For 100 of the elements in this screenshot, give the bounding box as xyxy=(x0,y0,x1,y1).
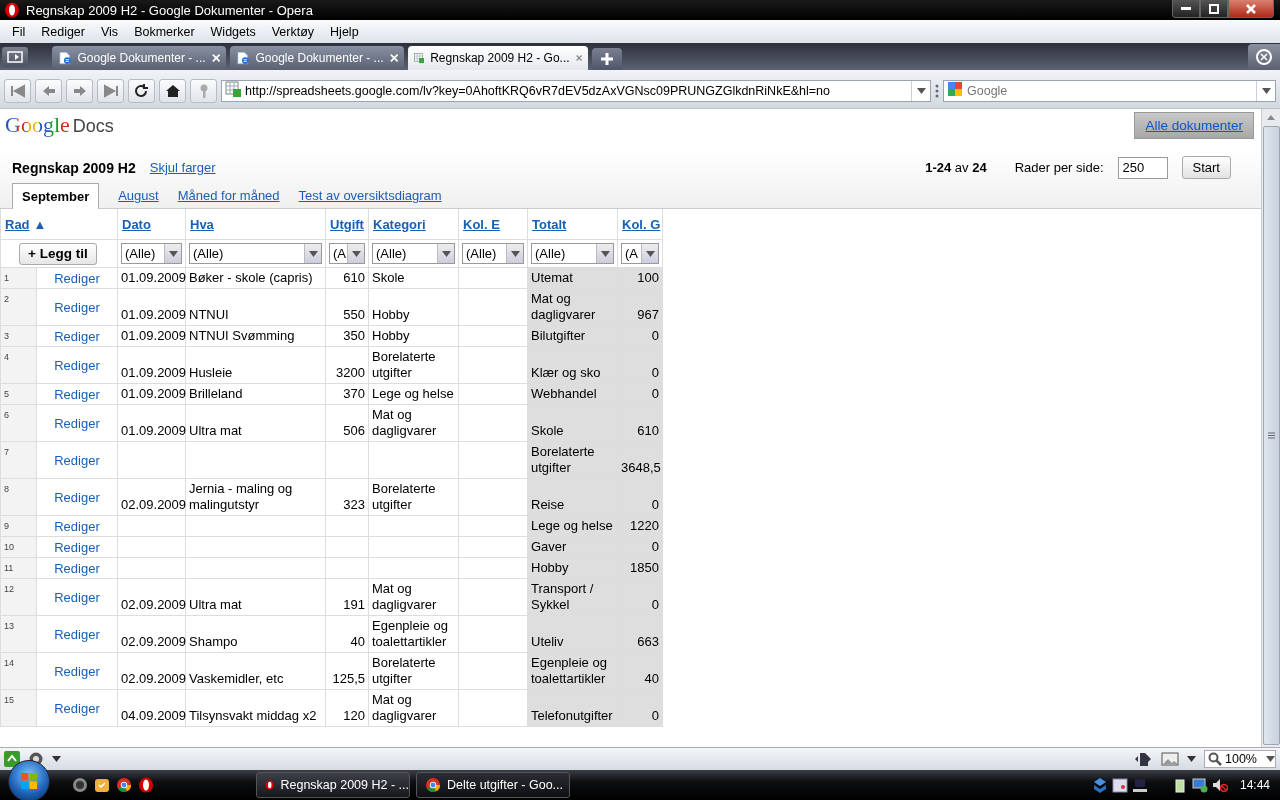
cell-text: NTNUI xyxy=(189,307,229,323)
windows-logo-icon xyxy=(20,772,38,790)
edit-link[interactable]: Rediger xyxy=(54,328,100,344)
browser-tab[interactable]: Google Dokumenter - ... xyxy=(52,46,226,70)
close-button[interactable] xyxy=(1228,0,1274,18)
filter-dropdown[interactable]: (A xyxy=(329,243,365,264)
reload-button[interactable] xyxy=(128,78,155,103)
edit-link[interactable]: Rediger xyxy=(54,299,100,315)
cell-text: 3648,5 xyxy=(621,460,661,476)
menu-item[interactable]: Fil xyxy=(4,24,34,39)
closed-tabs-button[interactable] xyxy=(1248,44,1280,70)
add-row-button[interactable]: + Legg til xyxy=(19,242,97,265)
caret-icon xyxy=(308,250,318,257)
network-icon xyxy=(1131,777,1148,793)
new-tab-button[interactable] xyxy=(592,48,622,70)
cell-text: Skole xyxy=(531,423,564,439)
hide-colors-link[interactable]: Skjul farger xyxy=(149,160,216,175)
start-button[interactable]: Start xyxy=(1181,156,1231,179)
sort-link[interactable]: Kol. G xyxy=(622,216,661,232)
edit-link[interactable]: Rediger xyxy=(54,452,100,468)
edit-link[interactable]: Rediger xyxy=(54,700,100,716)
cell-text: Telefonutgifter xyxy=(531,708,613,724)
filter-dropdown[interactable]: (Alle) xyxy=(372,243,455,264)
filter-dropdown[interactable]: (Alle) xyxy=(189,243,322,264)
fast-forward-icon xyxy=(102,83,119,98)
spreadsheet-icon xyxy=(225,81,241,97)
menu-item[interactable]: Rediger xyxy=(33,24,93,39)
menu-item[interactable]: Hjelp xyxy=(322,24,367,39)
sheet-tab[interactable]: Test av oversiktsdiagram xyxy=(298,183,442,208)
filter-dropdown[interactable]: (A xyxy=(621,243,659,264)
edit-link[interactable]: Rediger xyxy=(54,357,100,373)
address-field[interactable]: http://spreadsheets.google.com/lv?key=0AhoftKRQ6vR7dEV5dzAxVGNsc09PRUNGZGlkdnRiNkE&hl=no xyxy=(221,79,931,102)
back-button[interactable] xyxy=(35,78,62,103)
all-documents-button[interactable]: Alle dokumenter xyxy=(1134,112,1254,139)
close-icon xyxy=(1246,3,1256,14)
sort-link[interactable]: Kategori xyxy=(373,216,426,232)
sort-link[interactable]: Rad xyxy=(5,216,30,232)
filter-dropdown[interactable]: (Alle) xyxy=(121,243,182,264)
caret-icon xyxy=(510,250,520,257)
minimize-button[interactable] xyxy=(1172,0,1200,18)
home-button[interactable] xyxy=(159,78,186,103)
rows-per-page-field[interactable]: 250 xyxy=(1117,156,1168,179)
document-icon xyxy=(58,50,72,66)
row-number-cell: 12 xyxy=(0,578,37,616)
filter-dropdown[interactable]: (Alle) xyxy=(462,243,524,264)
forward-button[interactable] xyxy=(66,78,93,103)
cell-text: Lege og helse xyxy=(372,386,454,402)
cell-text: Gaver xyxy=(531,539,567,555)
sort-link[interactable]: Hva xyxy=(190,216,214,232)
sort-link[interactable]: Kol. E xyxy=(463,216,500,232)
edit-link[interactable]: Rediger xyxy=(54,626,100,642)
edit-link[interactable]: Rediger xyxy=(54,663,100,679)
edit-link[interactable]: Rediger xyxy=(54,539,100,555)
cell-text: Ultra mat xyxy=(189,423,242,439)
edit-link[interactable]: Rediger xyxy=(54,518,100,534)
filter-dropdown[interactable]: (Alle) xyxy=(531,243,614,264)
panel-toggle-button[interactable] xyxy=(2,47,28,67)
pager-text: 1-24 av 24 xyxy=(925,160,987,175)
taskbar-button[interactable]: Delte utgifter - Goo... xyxy=(416,772,570,798)
taskbar-button[interactable]: Regnskap 2009 H2 - ... xyxy=(256,772,410,798)
cell-text: 01.09.2009 xyxy=(121,307,187,323)
edit-link[interactable]: Rediger xyxy=(54,415,100,431)
calendar-icon xyxy=(1111,777,1128,793)
cell-text: Bøker - skole (capris) xyxy=(189,270,313,286)
row-number-cell: 5 xyxy=(0,383,37,405)
document-icon xyxy=(236,50,250,66)
cell-text: 0 xyxy=(651,708,659,724)
menu-item[interactable]: Bokmerker xyxy=(126,24,203,39)
sheet-tab[interactable]: September xyxy=(12,183,100,209)
sort-link[interactable]: Utgift xyxy=(330,216,364,232)
edit-link[interactable]: Rediger xyxy=(54,589,100,605)
cell-text: 610 xyxy=(343,270,365,286)
menu-item[interactable]: Vis xyxy=(93,24,127,39)
sheet-tab[interactable]: Måned for måned xyxy=(177,183,280,208)
cell-text: 0 xyxy=(651,539,659,555)
maximize-button[interactable] xyxy=(1200,0,1228,18)
search-field[interactable]: Google xyxy=(943,79,1276,102)
sheet-tab[interactable]: August xyxy=(118,183,159,208)
row-number-cell: 14 xyxy=(0,652,37,690)
rows-per-page-label: Rader per side: xyxy=(1014,160,1104,175)
edit-link[interactable]: Rediger xyxy=(54,489,100,505)
sort-link[interactable]: Dato xyxy=(122,216,151,232)
cell-text: Lege og helse xyxy=(531,518,613,534)
row-number-cell: 2 xyxy=(0,288,37,326)
browser-tab[interactable]: Regnskap 2009 H2 - Go... xyxy=(408,46,588,70)
close-icon xyxy=(389,53,398,63)
cell-text: 3200 xyxy=(336,365,365,381)
menu-item[interactable]: Verktøy xyxy=(263,24,323,39)
rewind-button[interactable] xyxy=(4,78,31,103)
edit-link[interactable]: Rediger xyxy=(54,270,100,286)
caret-icon xyxy=(1261,87,1271,94)
browser-tab[interactable]: Google Dokumenter - ... xyxy=(230,46,404,70)
cell-text: 0 xyxy=(651,365,659,381)
sort-link[interactable]: Totalt xyxy=(532,216,567,232)
zoom-dropdown[interactable]: 100% xyxy=(1204,750,1276,768)
cell-text: Uteliv xyxy=(531,634,564,650)
start-button[interactable] xyxy=(8,760,50,800)
menu-item[interactable]: Widgets xyxy=(202,24,264,39)
edit-link[interactable]: Rediger xyxy=(54,560,100,576)
edit-link[interactable]: Rediger xyxy=(54,386,100,402)
